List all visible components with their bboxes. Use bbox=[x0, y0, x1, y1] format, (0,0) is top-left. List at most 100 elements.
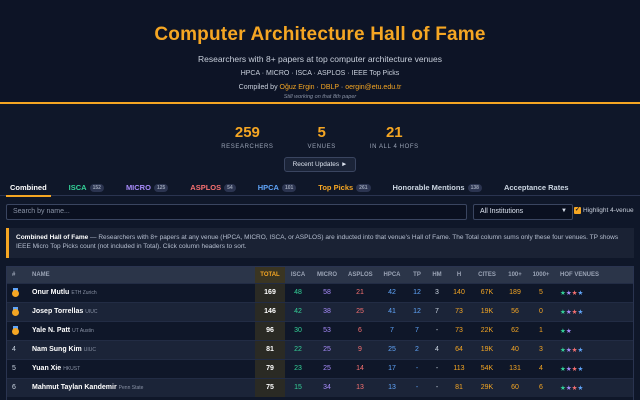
rank-cell: 4 bbox=[7, 339, 27, 359]
column-header-cites[interactable]: CITES bbox=[471, 267, 503, 283]
column-header-name[interactable]: NAME bbox=[27, 267, 255, 283]
tab-top-picks[interactable]: Top Picks 261 bbox=[318, 178, 371, 195]
asplos-cell: 13 bbox=[343, 377, 377, 397]
tab-label: Honorable Mentions bbox=[392, 183, 465, 192]
hof-table-wrap: # NAME TOTAL ISCA MICRO ASPLOS HPCA TP HM H CITES 1… bbox=[6, 266, 634, 400]
tab-label: Combined bbox=[10, 183, 47, 192]
papers-1000-cell: 3 bbox=[527, 339, 555, 359]
isca-cell: 42 bbox=[285, 301, 311, 321]
tab-acceptance-rates[interactable]: Acceptance Rates bbox=[504, 178, 569, 195]
affiliation: Penn State bbox=[118, 385, 144, 392]
name-cell[interactable]: Yuan Xie HKUST bbox=[27, 358, 255, 378]
tab-combined[interactable]: Combined bbox=[6, 178, 51, 197]
papers-100-cell: 40 bbox=[503, 339, 527, 359]
tab-bar: Combined ISCA 152 MICRO 125 ASPLOS 54 HPCA 101 To… bbox=[0, 178, 640, 197]
tab-asplos[interactable]: ASPLOS 54 bbox=[190, 178, 236, 195]
name-cell[interactable]: Yale N. Patt UT Austin bbox=[27, 320, 255, 340]
page-subtitle: Researchers with 8+ papers at top comput… bbox=[197, 54, 443, 64]
table-row[interactable]: 5 Yuan Xie HKUST 79 23 25 14 17- -113 54K 131 4 ★★★★ bbox=[7, 358, 633, 378]
papers-100-cell: 60 bbox=[503, 377, 527, 397]
table-row[interactable]: Yale N. Patt UT Austin 96 30 53 6 7 7-73 22K 62 1 ★… bbox=[7, 320, 633, 340]
dblp-link[interactable]: DBLP bbox=[321, 84, 339, 91]
column-header-h[interactable]: H bbox=[447, 267, 471, 283]
name-cell[interactable]: Josep Torrellas UIUC bbox=[27, 301, 255, 321]
info-text: — Researchers with 8+ papers at any venu… bbox=[16, 234, 619, 251]
info-box: Combined Hall of Fame — Researchers with… bbox=[6, 228, 634, 258]
highlight-label: Highlight 4-venue bbox=[583, 207, 634, 215]
tab-label: ISCA bbox=[68, 183, 87, 192]
researcher-name[interactable]: Nam Sung Kim bbox=[32, 346, 82, 353]
researcher-name[interactable]: Yuan Xie bbox=[32, 365, 61, 372]
author-link[interactable]: Oğuz Ergin bbox=[280, 84, 315, 91]
tab-hpca[interactable]: HPCA 101 bbox=[258, 178, 297, 195]
info-title: Combined Hall of Fame bbox=[16, 234, 89, 241]
researcher-name[interactable]: Onur Mutlu bbox=[32, 289, 69, 296]
column-header-[interactable]: # bbox=[7, 267, 27, 283]
hof-venues-cell: ★★★★ bbox=[555, 282, 633, 302]
column-header-micro[interactable]: MICRO bbox=[311, 267, 343, 283]
table-row[interactable]: Josep Torrellas UIUC 146 42 38 25 41 12 7 73 19K 56… bbox=[7, 301, 633, 321]
hm-cell: 4 bbox=[427, 339, 447, 359]
column-header-1000[interactable]: 1000+ bbox=[527, 267, 555, 283]
venues-line: HPCA · MICRO · ISCA · ASPLOS · IEEE Top … bbox=[240, 70, 400, 77]
table-row[interactable]: 4 Nam Sung Kim UIUC 81 22 25 9 25 2 4 64 19K 40 3 ★★★★ bbox=[7, 339, 633, 359]
papers-100-cell: 56 bbox=[503, 301, 527, 321]
stat-venues: 5 VENUES bbox=[308, 124, 336, 150]
name-cell[interactable]: Nam Sung Kim UIUC bbox=[27, 339, 255, 359]
column-header-hm[interactable]: HM bbox=[427, 267, 447, 283]
email-link[interactable]: oergin@etu.edu.tr bbox=[345, 84, 401, 91]
researcher-name[interactable]: Mahmut Taylan Kandemir bbox=[32, 384, 117, 391]
table-row[interactable]: Onur Mutlu ETH Zurich 169 48 58 21 42 12 3 140 67K… bbox=[7, 282, 633, 302]
name-cell[interactable]: Mahmut Taylan Kandemir Penn State bbox=[27, 377, 255, 397]
rank-cell bbox=[7, 282, 27, 302]
h-index-cell: 64 bbox=[447, 339, 471, 359]
h-index-cell: 81 bbox=[447, 377, 471, 397]
cites-cell: 19K bbox=[471, 339, 503, 359]
tab-label: MICRO bbox=[125, 183, 151, 192]
asplos-cell: 9 bbox=[343, 339, 377, 359]
rank-cell: 6 bbox=[7, 377, 27, 397]
tab-honorable-mentions[interactable]: Honorable Mentions 138 bbox=[393, 178, 482, 195]
cites-cell: 54K bbox=[471, 358, 503, 378]
star-icon-hpca: ★ bbox=[577, 289, 584, 297]
tp-cell: 12 bbox=[407, 282, 427, 302]
total-cell: 81 bbox=[255, 339, 285, 359]
stat-label: RESEARCHERS bbox=[221, 144, 274, 150]
highlight-toggle[interactable]: Highlight 4-venue bbox=[574, 206, 634, 215]
column-header-100[interactable]: 100+ bbox=[503, 267, 527, 283]
search-input[interactable]: Search by name... bbox=[6, 204, 467, 220]
tp-cell: - bbox=[407, 377, 427, 397]
column-header-hof-venues[interactable]: HOF VENUES bbox=[555, 267, 633, 283]
name-cell[interactable]: Onur Mutlu ETH Zurich bbox=[27, 282, 255, 302]
stat-value: 259 bbox=[234, 124, 260, 141]
column-header-total[interactable]: TOTAL bbox=[255, 267, 285, 283]
asplos-cell: 21 bbox=[343, 282, 377, 302]
tab-count-badge: 125 bbox=[153, 184, 169, 193]
asplos-cell: 25 bbox=[343, 301, 377, 321]
stats-row: 259 RESEARCHERS 5 VENUES 21 IN ALL 4 HOF… bbox=[0, 124, 640, 150]
column-header-hpca[interactable]: HPCA bbox=[377, 267, 407, 283]
highlight-checkbox[interactable] bbox=[574, 206, 581, 214]
hm-cell: 7 bbox=[427, 301, 447, 321]
column-header-asplos[interactable]: ASPLOS bbox=[343, 267, 377, 283]
hm-cell: 3 bbox=[427, 282, 447, 302]
hof-venues-cell: ★★★★ bbox=[555, 301, 633, 321]
institution-select[interactable]: All Institutions ▼ bbox=[473, 204, 573, 220]
papers-1000-cell: 5 bbox=[527, 282, 555, 302]
recent-updates-button[interactable]: Recent Updates ► bbox=[283, 157, 357, 172]
stat-label: VENUES bbox=[307, 144, 336, 150]
hpca-cell: 25 bbox=[377, 339, 407, 359]
tab-isca[interactable]: ISCA 152 bbox=[69, 178, 104, 195]
asplos-cell: 6 bbox=[343, 320, 377, 340]
table-row[interactable]: 6 Mahmut Taylan Kandemir Penn State 75 15 34 1… bbox=[7, 377, 633, 397]
total-cell: 79 bbox=[255, 358, 285, 378]
researcher-name[interactable]: Josep Torrellas bbox=[32, 308, 83, 315]
tab-micro[interactable]: MICRO 125 bbox=[125, 178, 169, 195]
researcher-name[interactable]: Yale N. Patt bbox=[32, 327, 70, 334]
star-icon-micro: ★ bbox=[565, 327, 572, 335]
star-icon-hpca: ★ bbox=[577, 365, 584, 373]
papers-1000-cell: 4 bbox=[527, 358, 555, 378]
column-header-tp[interactable]: TP bbox=[407, 267, 427, 283]
cites-cell: 19K bbox=[471, 301, 503, 321]
column-header-isca[interactable]: ISCA bbox=[285, 267, 311, 283]
